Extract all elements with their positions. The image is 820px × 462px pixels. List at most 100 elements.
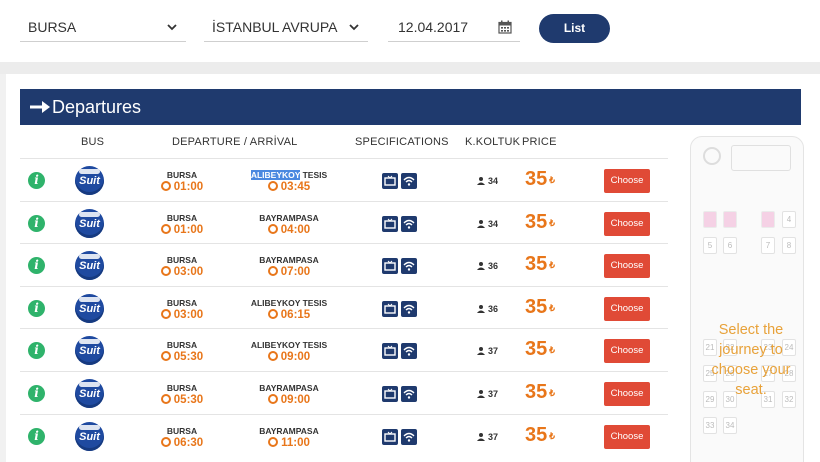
arrow-right-icon xyxy=(30,101,50,113)
from-value: BURSA xyxy=(28,19,77,35)
choose-button[interactable]: Choose xyxy=(604,424,650,449)
seat-cell[interactable]: 34 xyxy=(723,417,737,434)
wifi-icon xyxy=(401,173,417,189)
seat-count-value: 37 xyxy=(488,388,499,399)
seat-cell[interactable]: 4 xyxy=(782,211,796,228)
person-icon xyxy=(477,219,485,228)
steering-wheel-icon xyxy=(703,147,721,165)
seat-cell[interactable]: 8 xyxy=(782,237,796,254)
tv-icon xyxy=(382,343,398,360)
col-koltuk: K.KOLTUK xyxy=(465,136,521,148)
clock-icon xyxy=(160,393,171,404)
table-row: i Suit BURSA ALIBEYKOY TESIS 03:00 06:15… xyxy=(20,285,668,329)
currency-symbol: ₺ xyxy=(549,302,555,313)
logo-text: Suit xyxy=(79,302,100,315)
arrival-time-value: 09:00 xyxy=(280,351,311,364)
price-value: 35 xyxy=(525,253,548,276)
clock-icon xyxy=(160,436,171,447)
bus-company-logo: Suit xyxy=(75,251,104,281)
wifi-icon xyxy=(401,343,417,360)
arrival-station-name: BAYRAMPASA xyxy=(259,425,319,436)
price: 35 ₺ xyxy=(525,168,555,191)
col-price: PRICE xyxy=(522,136,557,148)
departure-time: 05:30 xyxy=(142,393,222,406)
table-row: i Suit BURSA ALIBEYKOY TESIS 01:00 03:45… xyxy=(20,158,668,201)
currency-symbol: ₺ xyxy=(549,430,555,441)
divider xyxy=(0,62,820,74)
info-icon[interactable]: i xyxy=(28,214,45,232)
bus-company-logo: Suit xyxy=(75,166,104,195)
logo-text: Suit xyxy=(79,217,100,230)
price-value: 35 xyxy=(525,338,548,361)
bus-seat-map: 4 5 6 7 8 21 22 23 24 25 26 27 28 29 30 31 32 33 34 xyxy=(690,136,804,462)
info-icon[interactable]: i xyxy=(28,342,45,360)
choose-button[interactable]: Choose xyxy=(604,254,650,279)
wifi-icon xyxy=(401,300,417,317)
list-button[interactable]: List xyxy=(539,14,610,43)
price-value: 35 xyxy=(525,423,548,446)
seat-cell[interactable]: 5 xyxy=(703,237,717,254)
table-row: i Suit BURSA BAYRAMPASA 03:00 07:00 36 3… xyxy=(20,243,668,286)
price-value: 35 xyxy=(525,380,548,403)
info-icon[interactable]: i xyxy=(28,257,45,275)
info-icon[interactable]: i xyxy=(28,384,45,402)
arrival-time: 06:15 xyxy=(249,308,329,321)
info-icon[interactable]: i xyxy=(28,299,45,317)
arrival-time-value: 03:45 xyxy=(280,181,311,193)
arrival-station-highlight: ALIBEYKOY xyxy=(250,170,301,180)
person-icon xyxy=(477,432,485,441)
clock-icon xyxy=(267,266,278,277)
info-icon[interactable]: i xyxy=(28,427,45,445)
arrival-time-value: 11:00 xyxy=(281,436,310,449)
choose-button[interactable]: Choose xyxy=(604,296,650,321)
seat-count: 36 xyxy=(477,261,498,271)
currency-symbol: ₺ xyxy=(549,217,555,228)
clock-icon xyxy=(268,436,279,447)
arrival-time-value: 09:00 xyxy=(280,393,311,406)
from-select[interactable]: BURSA xyxy=(20,12,186,42)
wifi-icon xyxy=(401,215,417,232)
to-value: İSTANBUL AVRUPA xyxy=(212,19,338,35)
clock-icon xyxy=(267,223,278,234)
departure-time: 03:00 xyxy=(142,308,222,321)
calendar-icon[interactable] xyxy=(498,20,512,34)
col-bus: BUS xyxy=(81,136,105,148)
choose-button[interactable]: Choose xyxy=(604,169,650,193)
arrival-station: ALIBEYKOY TESIS xyxy=(249,170,329,180)
arrival-station-name: BAYRAMPASA xyxy=(259,255,319,266)
person-icon xyxy=(477,389,485,398)
logo-text: Suit xyxy=(79,345,100,358)
departures-list: i Suit BURSA ALIBEYKOY TESIS 01:00 03:45… xyxy=(20,158,668,456)
seat-cell[interactable]: 33 xyxy=(703,417,717,434)
seat-count: 37 xyxy=(477,389,498,399)
search-bar: BURSA İSTANBUL AVRUPA 12.04.2017 List xyxy=(0,0,820,62)
arrival-station-name: BAYRAMPASA xyxy=(259,382,319,393)
occupied-seat xyxy=(723,211,737,228)
seat-cell[interactable]: 7 xyxy=(761,237,775,254)
departure-station: BURSA xyxy=(166,340,198,351)
departure-time-value: 03:00 xyxy=(173,266,204,279)
currency-symbol: ₺ xyxy=(549,345,555,356)
arrival-station: BAYRAMPASA xyxy=(249,383,329,393)
tv-icon xyxy=(382,300,398,317)
price: 35 ₺ xyxy=(525,211,555,234)
info-icon[interactable]: i xyxy=(28,172,45,189)
price-value: 35 xyxy=(525,210,548,233)
bus-company-logo: Suit xyxy=(75,421,104,451)
seat-cell[interactable]: 6 xyxy=(723,237,737,254)
choose-button[interactable]: Choose xyxy=(604,211,650,236)
date-input[interactable]: 12.04.2017 xyxy=(388,12,520,42)
arrival-station: ALIBEYKOY TESIS xyxy=(249,298,329,308)
choose-button[interactable]: Choose xyxy=(604,381,650,406)
departure-time: 01:00 xyxy=(142,181,222,193)
seat-count-value: 36 xyxy=(488,261,499,272)
arrival-station-name: ALIBEYKOY TESIS xyxy=(250,340,328,351)
departure-time-value: 01:00 xyxy=(173,181,204,193)
choose-button[interactable]: Choose xyxy=(604,339,650,364)
wifi-icon xyxy=(401,428,417,445)
departure-time: 06:30 xyxy=(142,436,222,449)
arrival-station: BAYRAMPASA xyxy=(249,426,329,436)
arrival-time: 09:00 xyxy=(249,351,329,363)
seat-map-message: Select the journey to choose your seat. xyxy=(711,322,791,398)
to-select[interactable]: İSTANBUL AVRUPA xyxy=(204,12,368,42)
